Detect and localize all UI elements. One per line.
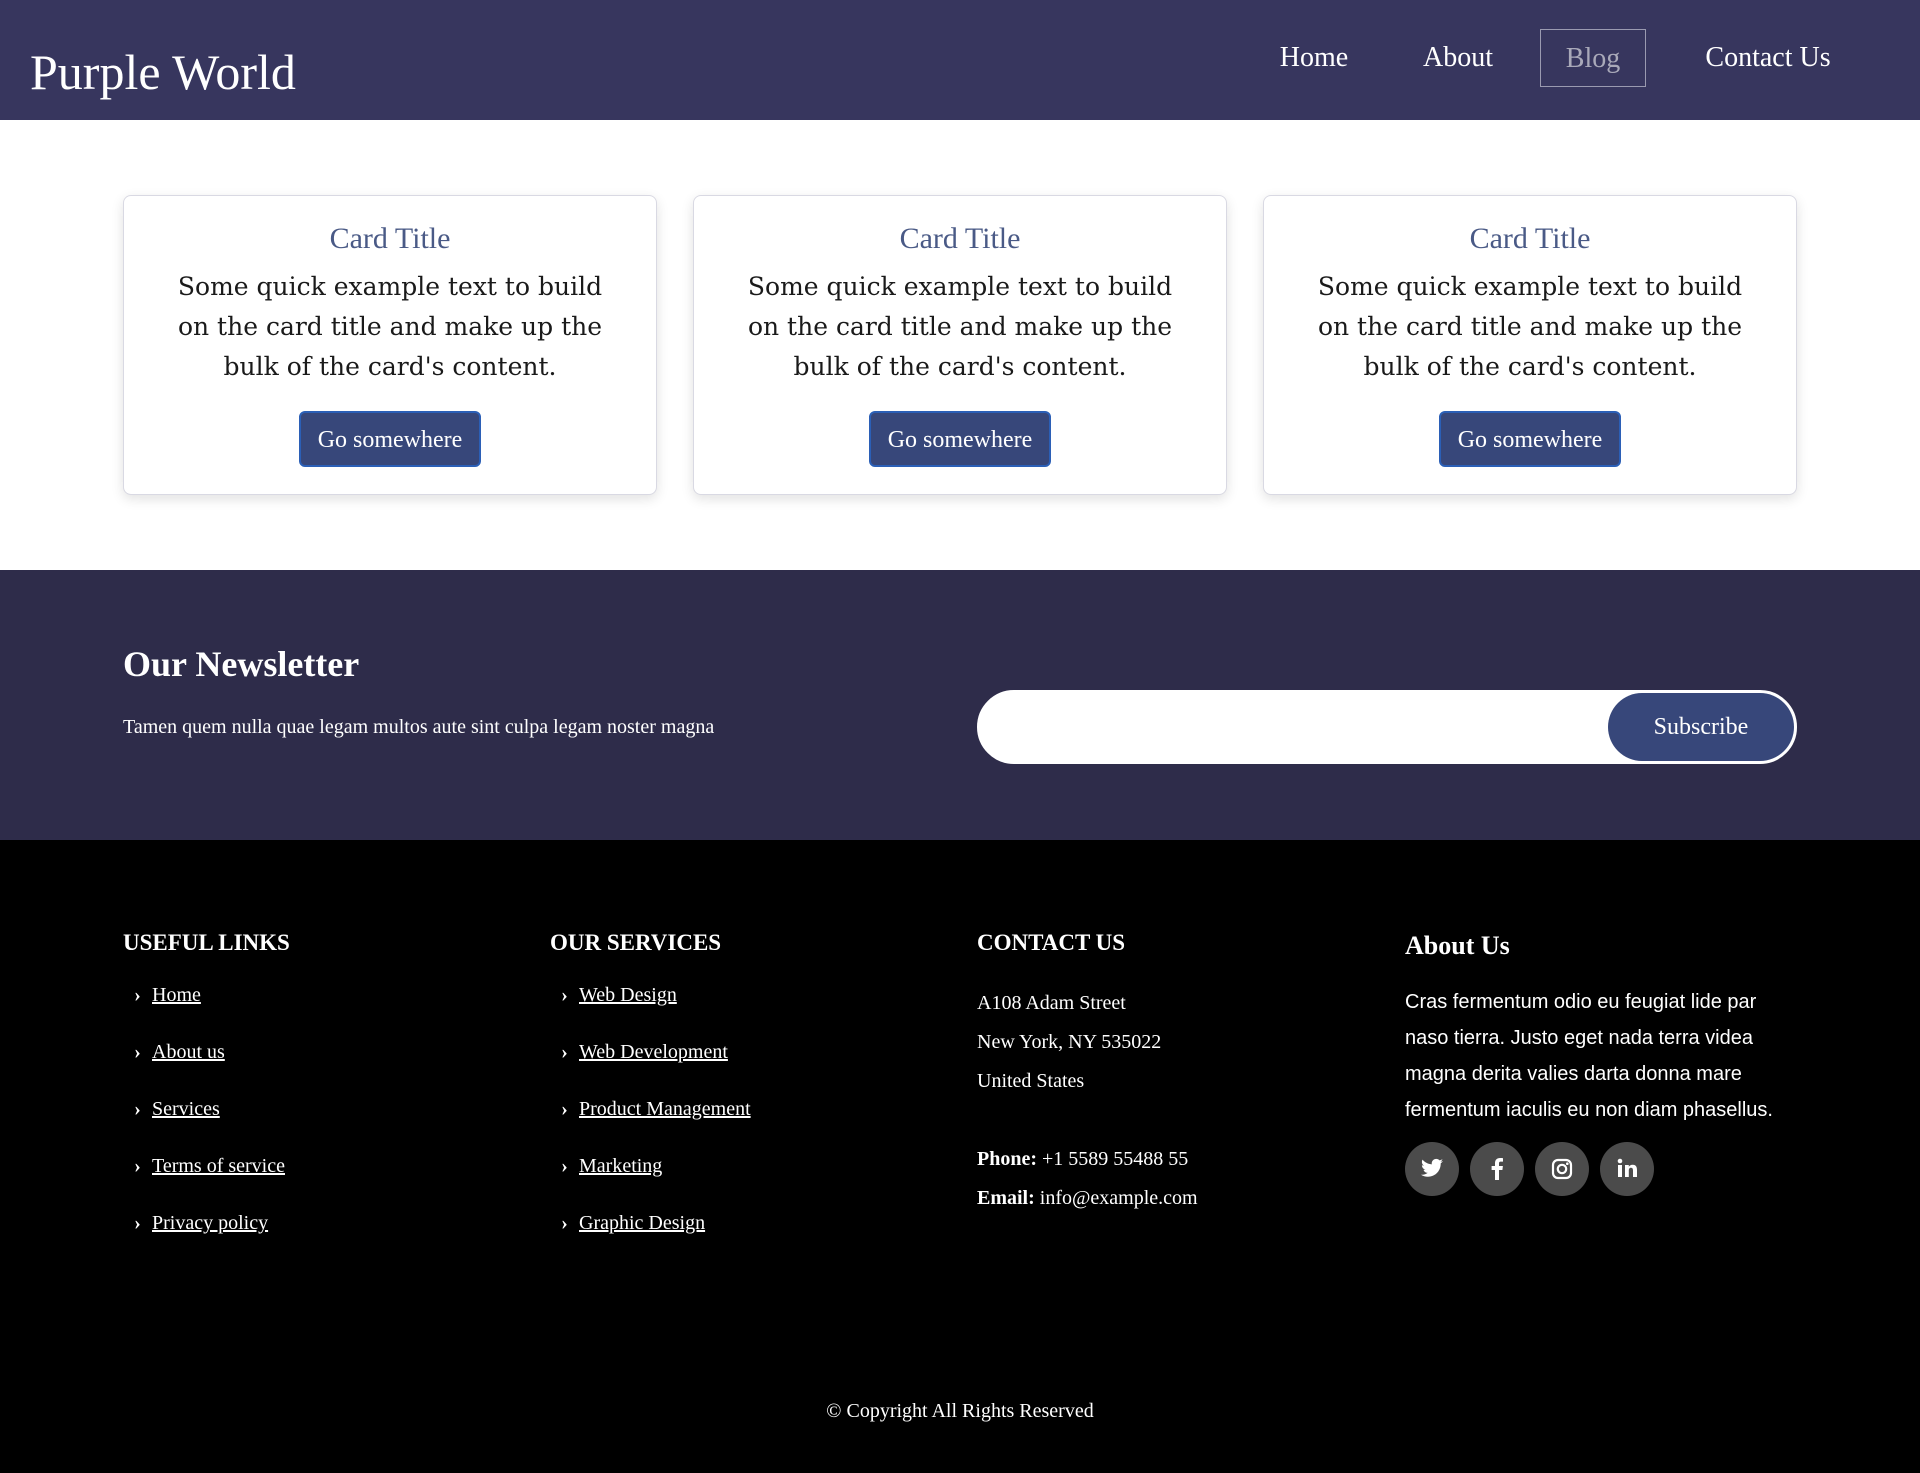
footer-link-item: › Marketing <box>550 1151 751 1208</box>
email-label: Email: <box>977 1187 1035 1209</box>
site-footer: USEFUL LINKS › Home › About us › Services ›… <box>0 840 1920 1473</box>
instagram-icon[interactable] <box>1535 1142 1589 1196</box>
contact-title: CONTACT US <box>977 930 1126 955</box>
footer-link-privacy[interactable]: Privacy policy <box>152 1212 268 1234</box>
twitter-icon[interactable] <box>1405 1142 1459 1196</box>
footer-link-item: › Web Design <box>550 980 751 1037</box>
phone-label: Phone: <box>977 1148 1037 1170</box>
facebook-icon[interactable] <box>1470 1142 1524 1196</box>
chevron-right-icon: › <box>561 1155 568 1177</box>
footer-link-item: › Home <box>123 980 290 1037</box>
footer-link-home[interactable]: Home <box>152 984 201 1006</box>
footer-link-services[interactable]: Services <box>152 1098 220 1120</box>
card-title: Card Title <box>1469 222 1591 255</box>
email-address: info@example.com <box>1039 1187 1198 1209</box>
card-text: Some quick example text to build on the … <box>177 272 603 381</box>
chevron-right-icon: › <box>134 1155 141 1177</box>
copyright-text: © Copyright All Rights Reserved <box>826 1400 1094 1422</box>
phone-number: +1 5589 55488 55 <box>1042 1148 1189 1170</box>
subscribe-button[interactable]: Subscribe <box>1608 693 1794 761</box>
services-title: OUR SERVICES <box>550 930 722 955</box>
useful-links-title: USEFUL LINKS <box>123 930 290 955</box>
brand-logo[interactable]: Purple World <box>30 42 296 102</box>
contact-column: CONTACT US A108 Adam Street New York, NY… <box>977 928 1198 1218</box>
chevron-right-icon: › <box>134 1041 141 1063</box>
footer-link-item: › Web Development <box>550 1037 751 1094</box>
footer-link-item: › About us <box>123 1037 290 1094</box>
newsletter-section: Our Newsletter Tamen quem nulla quae leg… <box>0 570 1920 840</box>
card: Card Title Some quick example text to bu… <box>123 195 657 495</box>
cards-section: Card Title Some quick example text to bu… <box>0 120 1920 570</box>
chevron-right-icon: › <box>561 1212 568 1234</box>
email-line: Email: info@example.com <box>977 1179 1198 1218</box>
footer-link-item: › Privacy policy <box>123 1208 290 1265</box>
chevron-right-icon: › <box>134 1098 141 1120</box>
service-link-product-management[interactable]: Product Management <box>579 1098 751 1120</box>
footer-link-item: › Product Management <box>550 1094 751 1151</box>
linkedin-icon[interactable] <box>1600 1142 1654 1196</box>
card: Card Title Some quick example text to bu… <box>1263 195 1797 495</box>
chevron-right-icon: › <box>561 1041 568 1063</box>
card: Card Title Some quick example text to bu… <box>693 195 1227 495</box>
nav-contact-us[interactable]: Contact Us <box>1684 29 1852 87</box>
services-column: OUR SERVICES › Web Design › Web Developmen… <box>550 928 751 1265</box>
useful-links-column: USEFUL LINKS › Home › About us › Services ›… <box>123 928 290 1265</box>
social-links <box>1405 1142 1805 1196</box>
chevron-right-icon: › <box>134 1212 141 1234</box>
about-text: Cras fermentum odio eu feugiat lide par … <box>1405 991 1773 1121</box>
nav-about[interactable]: About <box>1402 29 1514 87</box>
service-link-marketing[interactable]: Marketing <box>579 1155 662 1177</box>
footer-link-terms[interactable]: Terms of service <box>152 1155 285 1177</box>
footer-link-about-us[interactable]: About us <box>152 1041 225 1063</box>
address-line: United States <box>977 1070 1085 1092</box>
about-title: About Us <box>1405 931 1510 960</box>
card-title: Card Title <box>329 222 451 255</box>
about-column: About Us Cras fermentum odio eu feugiat … <box>1405 930 1805 1196</box>
newsletter-title: Our Newsletter <box>123 644 360 684</box>
address-line: A108 Adam Street <box>977 992 1126 1014</box>
service-link-web-design[interactable]: Web Design <box>579 984 677 1006</box>
phone-line: Phone: +1 5589 55488 55 <box>977 1140 1198 1179</box>
newsletter-text: Tamen quem nulla quae legam multos aute … <box>123 716 715 738</box>
card-title: Card Title <box>899 222 1021 255</box>
footer-link-item: › Graphic Design <box>550 1208 751 1265</box>
service-link-web-development[interactable]: Web Development <box>579 1041 728 1063</box>
service-link-graphic-design[interactable]: Graphic Design <box>579 1212 705 1234</box>
chevron-right-icon: › <box>134 984 141 1006</box>
nav-home[interactable]: Home <box>1258 29 1370 87</box>
footer-link-item: › Terms of service <box>123 1151 290 1208</box>
site-header: Purple World Home About Blog Contact Us <box>0 0 1920 120</box>
newsletter-form: Subscribe <box>977 690 1797 764</box>
go-somewhere-button[interactable]: Go somewhere <box>299 411 481 467</box>
footer-link-item: › Services <box>123 1094 290 1151</box>
card-text: Some quick example text to build on the … <box>1317 272 1743 381</box>
nav-blog[interactable]: Blog <box>1540 29 1646 87</box>
chevron-right-icon: › <box>561 984 568 1006</box>
card-text: Some quick example text to build on the … <box>747 272 1173 381</box>
address-line: New York, NY 535022 <box>977 1031 1162 1053</box>
go-somewhere-button[interactable]: Go somewhere <box>1439 411 1621 467</box>
newsletter-email-input[interactable] <box>1010 708 1570 748</box>
go-somewhere-button[interactable]: Go somewhere <box>869 411 1051 467</box>
chevron-right-icon: › <box>561 1098 568 1120</box>
